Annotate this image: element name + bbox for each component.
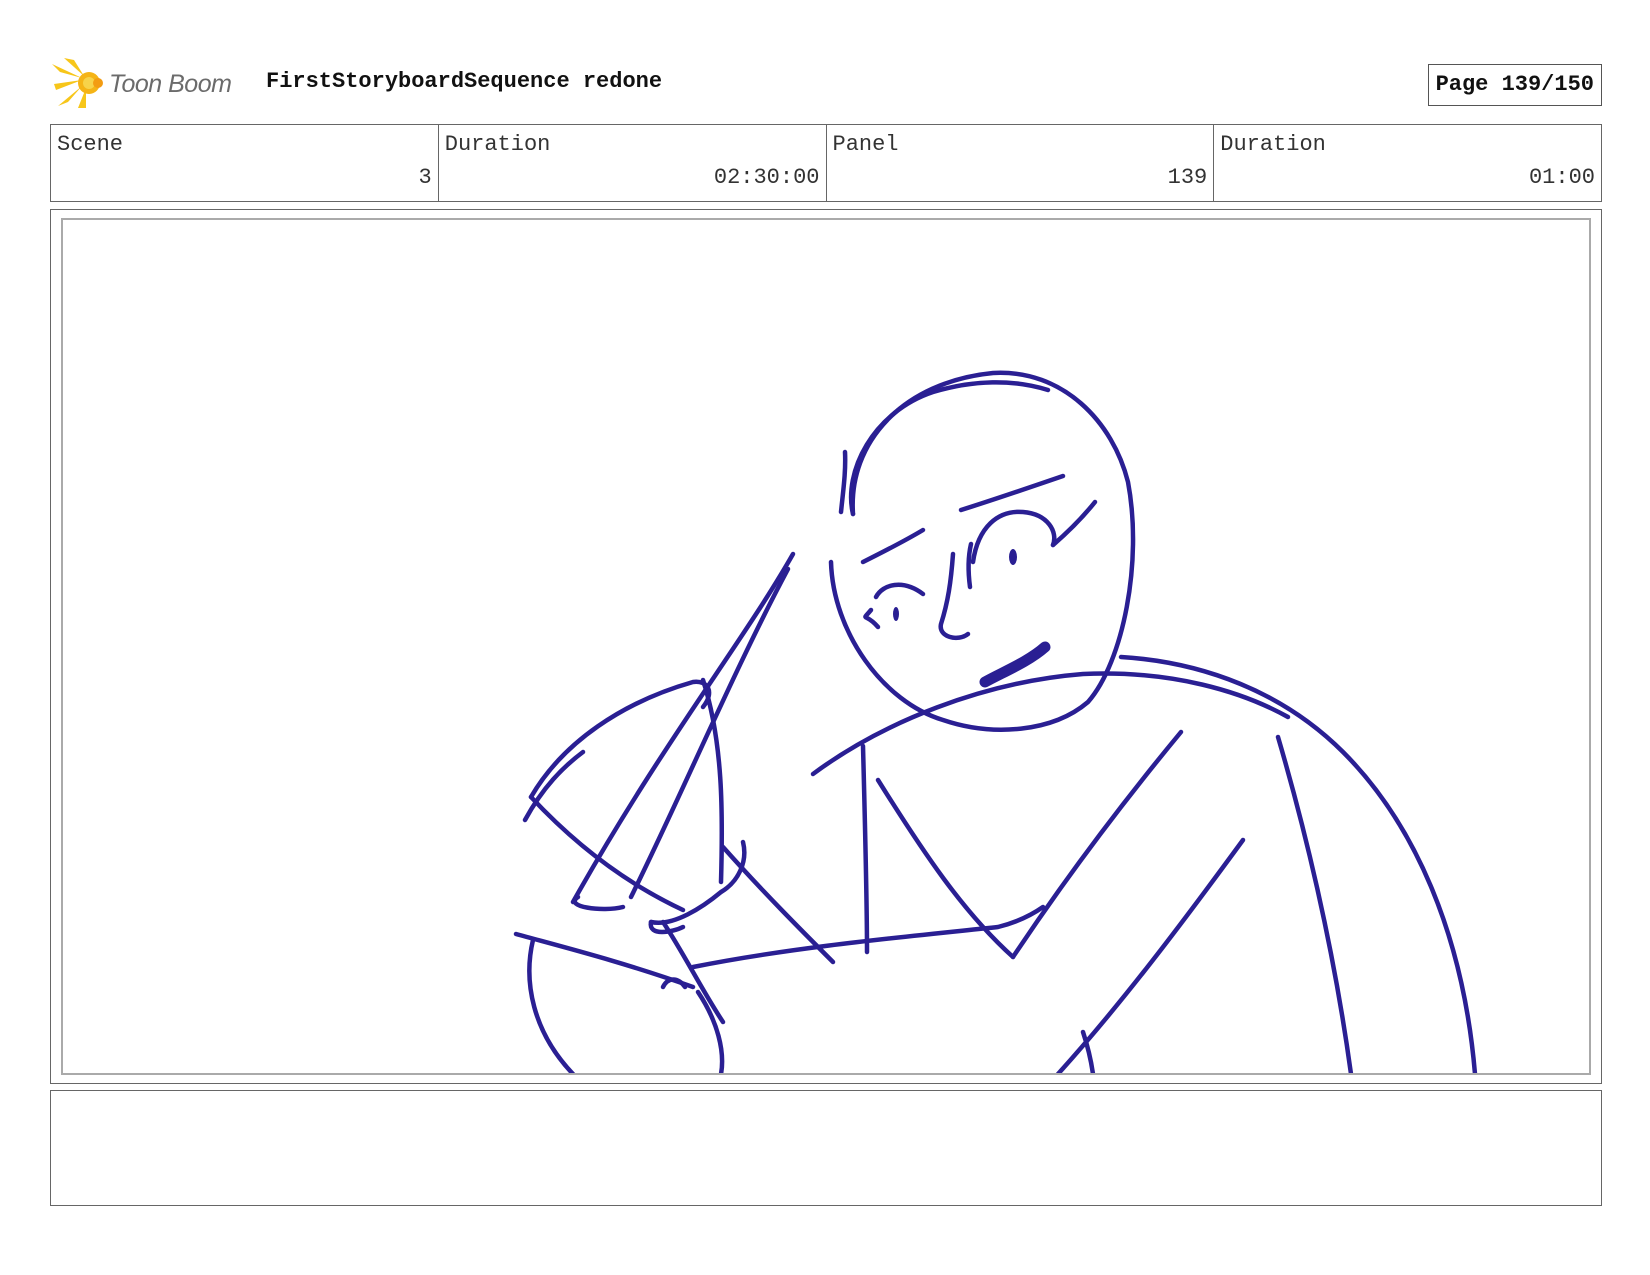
scene-info-table: Scene 3 Duration 02:30:00 Panel 139 Dura…: [50, 124, 1602, 202]
character-sketch: [513, 370, 1478, 1073]
storyboard-panel: [61, 218, 1591, 1075]
scene-value: 3: [418, 165, 432, 190]
panel-value: 139: [1167, 165, 1208, 190]
scene-duration-label: Duration: [444, 132, 551, 157]
panel-duration-cell: Duration 01:00: [1213, 125, 1601, 201]
scene-cell: Scene 3: [51, 125, 438, 201]
page-indicator: Page 139/150: [1427, 64, 1602, 106]
toon-boom-logo: Toon Boom: [52, 58, 252, 108]
page-header: Toon Boom FirstStoryboardSequence redone…: [50, 54, 1602, 108]
scene-duration-cell: Duration 02:30:00: [437, 125, 826, 201]
logo-text: Toon Boom: [109, 70, 232, 98]
panel-label: Panel: [832, 132, 899, 157]
scene-label: Scene: [57, 132, 124, 157]
starburst-icon: [52, 58, 103, 108]
panel-cell: Panel 139: [825, 125, 1214, 201]
storyboard-panel-frame: [50, 209, 1602, 1084]
document-title: FirstStoryboardSequence redone: [266, 69, 663, 94]
panel-notes-box: [50, 1090, 1602, 1206]
sketch-drawing: [513, 370, 1478, 1073]
panel-duration-label: Duration: [1220, 132, 1326, 157]
scene-duration-value: 02:30:00: [713, 165, 820, 190]
panel-duration-value: 01:00: [1528, 165, 1595, 190]
